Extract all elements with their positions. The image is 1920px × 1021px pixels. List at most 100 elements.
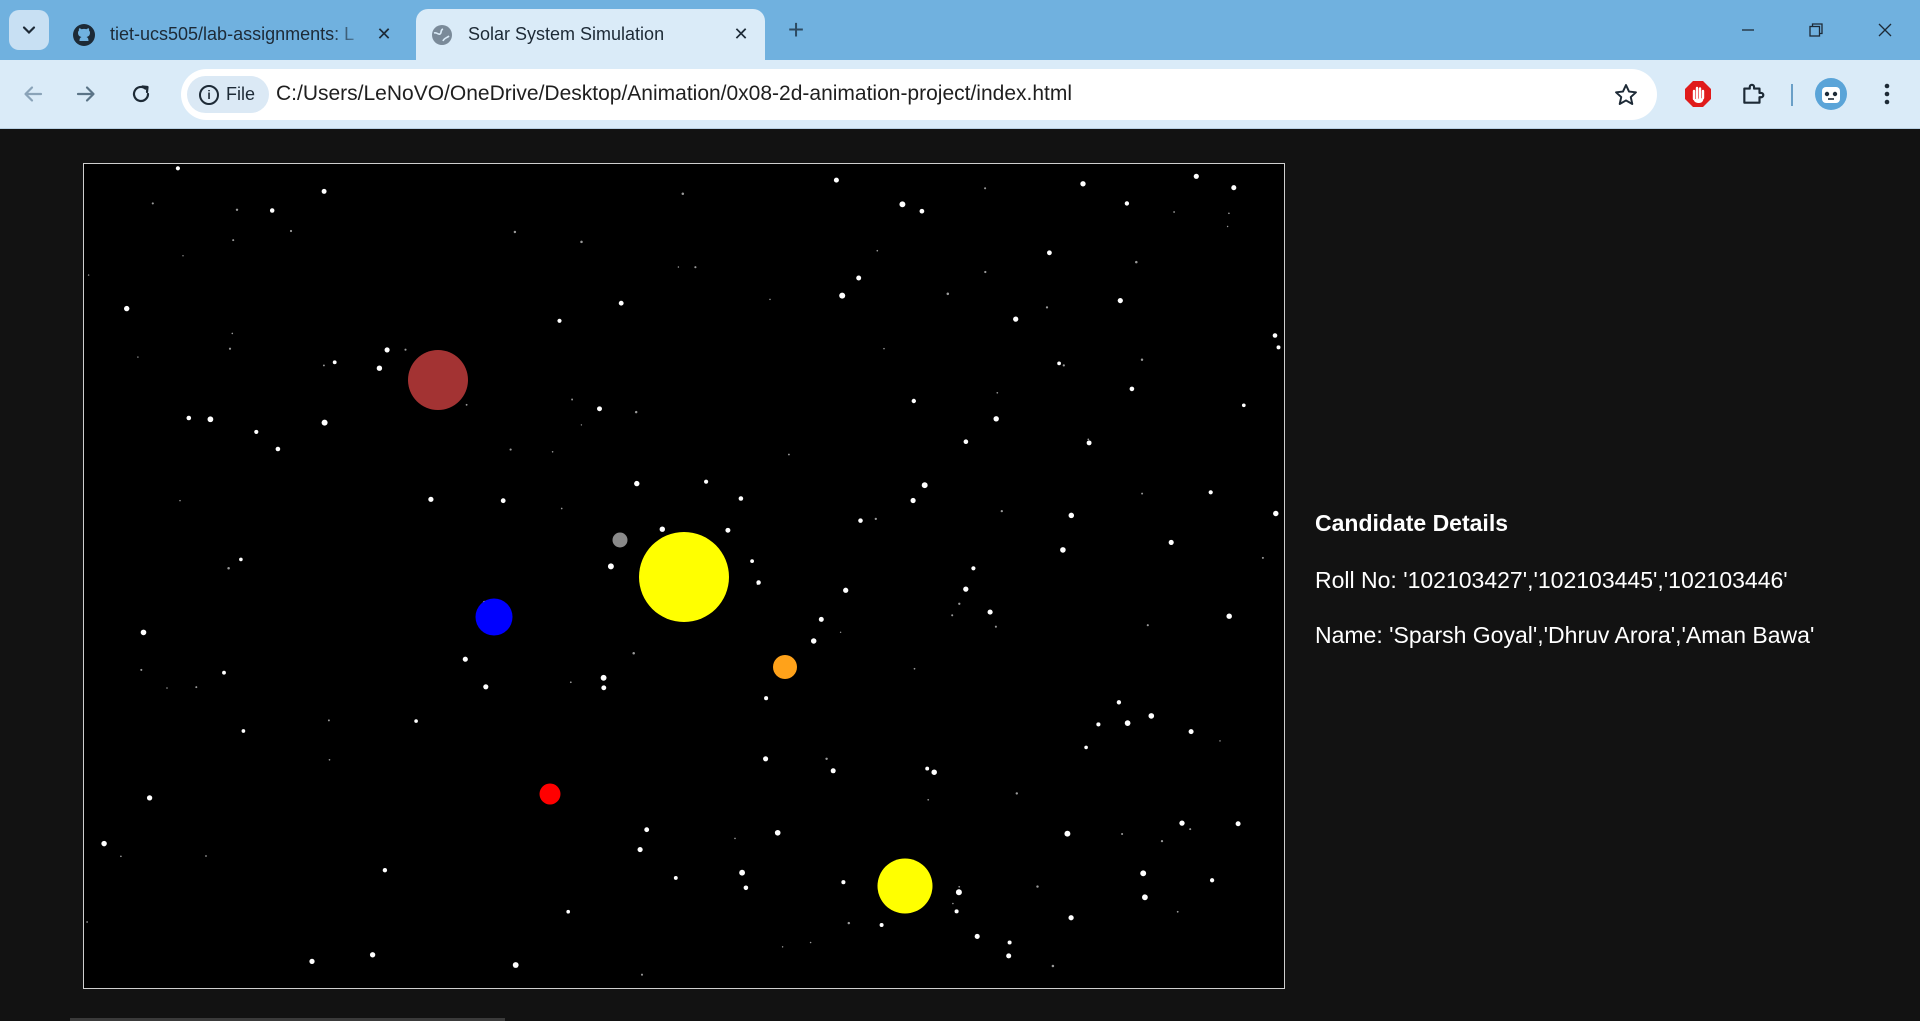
star — [269, 208, 275, 213]
back-button[interactable] — [13, 74, 53, 114]
star — [927, 798, 930, 801]
star — [509, 448, 512, 451]
star — [856, 275, 862, 281]
star — [483, 684, 489, 690]
star — [235, 208, 239, 211]
star — [704, 479, 709, 484]
star — [1036, 885, 1039, 888]
planet-mars — [539, 783, 561, 805]
globe-icon — [430, 23, 454, 47]
star — [166, 687, 168, 689]
arrow-left-icon — [24, 86, 43, 102]
reload-icon — [132, 85, 150, 103]
info-icon: i — [199, 84, 219, 105]
url-text[interactable]: C:/Users/LeNoVO/OneDrive/Desktop/Animati… — [276, 82, 1072, 106]
star — [738, 496, 744, 501]
star — [597, 406, 602, 412]
star — [137, 356, 139, 358]
star — [958, 602, 961, 605]
star — [847, 921, 851, 925]
star — [1117, 298, 1123, 304]
new-tab-button[interactable]: + — [780, 14, 812, 46]
star — [640, 973, 644, 976]
browser-menu-button[interactable] — [1869, 76, 1905, 112]
reload-button[interactable] — [121, 74, 161, 114]
tab-solar-system[interactable]: Solar System Simulation ✕ — [416, 9, 765, 60]
profile-avatar[interactable] — [1813, 76, 1849, 112]
star — [681, 192, 685, 196]
star — [222, 670, 226, 675]
star — [632, 651, 635, 655]
close-tab-icon[interactable]: ✕ — [727, 21, 755, 49]
star — [140, 668, 143, 671]
star — [750, 559, 754, 563]
star — [1140, 358, 1144, 362]
star — [1086, 440, 1092, 446]
star — [1080, 181, 1086, 187]
star — [151, 202, 154, 205]
star — [309, 958, 315, 965]
star — [186, 415, 192, 421]
github-icon — [72, 23, 96, 47]
forward-button[interactable] — [66, 74, 106, 114]
star — [382, 868, 388, 873]
star — [659, 526, 665, 532]
extensions-button[interactable] — [1735, 76, 1771, 112]
address-bar[interactable]: i File C:/Users/LeNoVO/OneDrive/Desktop/… — [181, 69, 1657, 120]
star — [1096, 722, 1101, 727]
tab-title: tiet-ucs505/lab-assignments: L — [110, 24, 355, 44]
star — [124, 305, 130, 312]
avatar-icon — [1815, 78, 1847, 110]
star — [580, 424, 583, 426]
star — [1007, 940, 1012, 945]
minimize-button[interactable] — [1720, 6, 1776, 54]
star — [1124, 201, 1130, 206]
star — [404, 348, 407, 351]
star — [205, 855, 207, 857]
star — [1047, 250, 1052, 256]
star — [925, 766, 930, 771]
star — [289, 229, 293, 233]
star — [756, 580, 761, 585]
star — [1231, 185, 1237, 191]
star — [465, 403, 468, 406]
tab-github[interactable]: tiet-ucs505/lab-assignments: L ✕ — [58, 9, 408, 60]
star — [327, 719, 330, 722]
star — [774, 829, 781, 836]
star — [739, 869, 745, 876]
star — [146, 795, 153, 801]
star — [607, 563, 614, 570]
star — [1189, 828, 1192, 831]
restore-button[interactable] — [1788, 6, 1844, 54]
star — [1173, 211, 1176, 213]
solar-system-canvas — [83, 163, 1285, 989]
star — [994, 625, 997, 628]
star — [1062, 364, 1065, 367]
star — [87, 274, 90, 276]
star — [734, 837, 736, 840]
star — [987, 609, 993, 615]
star — [566, 909, 571, 914]
star — [1261, 556, 1264, 559]
star — [694, 266, 697, 269]
star — [1084, 745, 1088, 750]
adblock-extension-button[interactable] — [1680, 76, 1716, 112]
star — [1140, 870, 1147, 877]
star — [321, 188, 327, 194]
star — [993, 416, 999, 422]
close-window-button[interactable] — [1857, 6, 1913, 54]
star — [1057, 361, 1061, 366]
star — [239, 557, 243, 562]
star — [963, 586, 969, 592]
close-tab-icon[interactable]: ✕ — [370, 21, 398, 49]
tab-search-button[interactable] — [9, 10, 49, 50]
puzzle-icon — [1743, 83, 1765, 104]
sun — [639, 532, 729, 622]
star — [743, 885, 749, 891]
star — [921, 482, 928, 489]
page-content: Candidate Details Roll No: '102103427','… — [0, 130, 1920, 1021]
bookmark-star-button[interactable] — [1611, 80, 1641, 110]
star — [963, 439, 969, 445]
site-info-chip[interactable]: i File — [187, 76, 269, 113]
tab-strip: tiet-ucs505/lab-assignments: L ✕ Solar S… — [0, 0, 1920, 60]
